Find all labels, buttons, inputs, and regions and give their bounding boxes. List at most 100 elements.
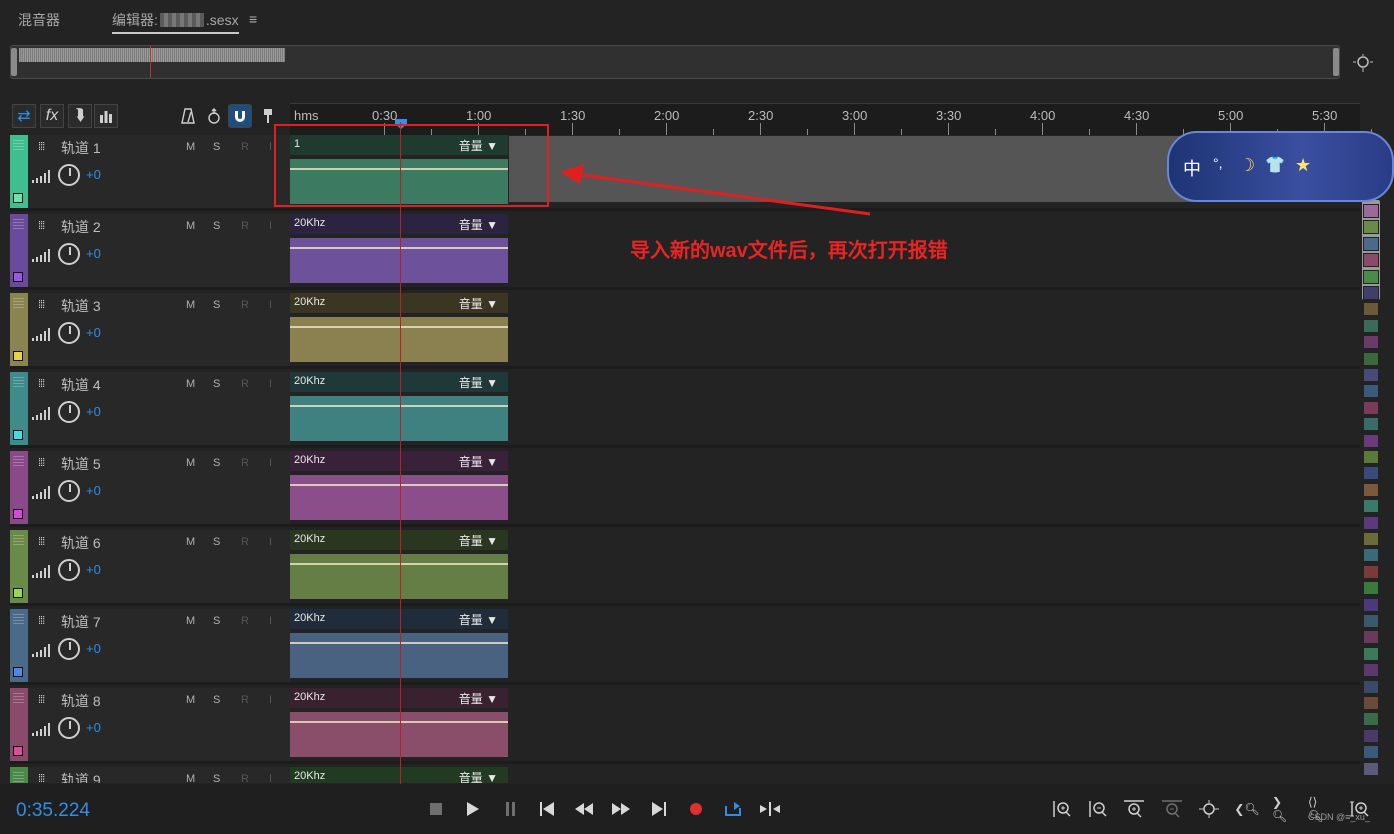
- input-monitor-button[interactable]: I: [269, 378, 272, 390]
- tab-editor[interactable]: 编辑器: .sesx: [112, 10, 239, 34]
- track-name[interactable]: 轨道 8: [61, 691, 101, 711]
- mute-button[interactable]: M: [186, 141, 195, 153]
- clip-volume-menu[interactable]: 音量 ▼: [459, 453, 498, 470]
- audio-clip[interactable]: 20Khz 音量 ▼: [290, 293, 508, 366]
- skip-selection-icon[interactable]: [759, 798, 781, 820]
- track-color-chip[interactable]: [1363, 696, 1379, 710]
- track-color-chip[interactable]: [1363, 302, 1379, 317]
- track-color-chip[interactable]: [1363, 220, 1379, 235]
- solo-button[interactable]: S: [213, 694, 220, 706]
- volume-value[interactable]: +0: [86, 404, 101, 419]
- vertical-scrollbar[interactable]: [1362, 200, 1380, 784]
- track-name[interactable]: 轨道 1: [61, 138, 101, 158]
- track-color-bar[interactable]: [10, 135, 28, 208]
- clip-volume-menu[interactable]: 音量 ▼: [459, 611, 498, 628]
- track-color-swatch[interactable]: [13, 667, 23, 677]
- track-color-chip[interactable]: [1363, 482, 1379, 497]
- go-to-start-icon[interactable]: [536, 798, 558, 820]
- moon-icon[interactable]: ☽: [1239, 155, 1255, 176]
- clip-volume-menu[interactable]: 音量 ▼: [459, 295, 498, 312]
- audio-clip[interactable]: 20Khz 音量 ▼: [290, 372, 508, 445]
- zoom-out-amplitude-icon[interactable]: [1086, 798, 1110, 820]
- track-color-chip[interactable]: [1363, 204, 1379, 218]
- volume-knob[interactable]: [58, 243, 80, 265]
- track-color-bar[interactable]: [10, 530, 28, 603]
- audio-clip[interactable]: 20Khz 音量 ▼: [290, 530, 508, 603]
- track-name[interactable]: 轨道 2: [61, 217, 101, 237]
- loop-icon[interactable]: [722, 798, 744, 820]
- audio-clip[interactable]: 20Khz 音量 ▼: [290, 767, 508, 783]
- solo-button[interactable]: S: [213, 615, 220, 627]
- track-color-swatch[interactable]: [13, 193, 23, 203]
- track-color-chip[interactable]: [1363, 745, 1379, 760]
- volume-envelope[interactable]: [290, 484, 508, 486]
- clip-header[interactable]: 20Khz 音量 ▼: [290, 451, 508, 471]
- solo-button[interactable]: S: [213, 773, 220, 783]
- volume-envelope[interactable]: [290, 721, 508, 723]
- input-monitor-button[interactable]: I: [269, 220, 272, 232]
- volume-value[interactable]: +0: [86, 167, 101, 182]
- record-arm-button[interactable]: R: [241, 773, 249, 783]
- audio-clip[interactable]: 20Khz 音量 ▼: [290, 451, 508, 524]
- solo-button[interactable]: S: [213, 457, 220, 469]
- track-color-chip[interactable]: [1363, 614, 1379, 628]
- input-monitor-button[interactable]: I: [269, 299, 272, 311]
- input-monitor-button[interactable]: I: [269, 536, 272, 548]
- zoom-out-time-icon[interactable]: [1160, 798, 1184, 820]
- volume-envelope[interactable]: [290, 405, 508, 407]
- track-name[interactable]: 轨道 3: [61, 296, 101, 316]
- volume-knob[interactable]: [58, 401, 80, 423]
- record-arm-button[interactable]: R: [241, 615, 249, 627]
- clip-header[interactable]: 20Khz 音量 ▼: [290, 767, 508, 783]
- track-lane[interactable]: 20Khz 音量 ▼: [290, 609, 1360, 682]
- track-color-chip[interactable]: [1363, 368, 1379, 382]
- track-color-chip[interactable]: [1363, 548, 1379, 563]
- pause-icon[interactable]: [500, 798, 522, 820]
- track-color-bar[interactable]: [10, 609, 28, 682]
- track-color-chip[interactable]: [1363, 679, 1379, 694]
- mute-button[interactable]: M: [186, 773, 195, 783]
- send-icon[interactable]: ⮯: [68, 104, 92, 128]
- mute-button[interactable]: M: [186, 220, 195, 232]
- swap-icon[interactable]: ⇄: [12, 104, 36, 128]
- solo-button[interactable]: S: [213, 536, 220, 548]
- track-color-bar[interactable]: [10, 767, 28, 783]
- track-color-chip[interactable]: [1363, 318, 1379, 333]
- track-color-chip[interactable]: [1363, 450, 1379, 464]
- solo-button[interactable]: S: [213, 220, 220, 232]
- volume-envelope[interactable]: [290, 642, 508, 644]
- audio-clip[interactable]: 20Khz 音量 ▼: [290, 214, 508, 287]
- track-color-chip[interactable]: [1363, 417, 1379, 432]
- clip-header[interactable]: 20Khz 音量 ▼: [290, 214, 508, 234]
- track-color-chip[interactable]: [1363, 335, 1379, 350]
- stop-icon[interactable]: [425, 798, 447, 820]
- volume-knob[interactable]: [58, 322, 80, 344]
- track-color-bar[interactable]: [10, 293, 28, 366]
- volume-value[interactable]: +0: [86, 720, 101, 735]
- track-color-chip[interactable]: [1363, 253, 1379, 268]
- track-color-chip[interactable]: [1363, 466, 1379, 481]
- track-color-chip[interactable]: [1363, 351, 1379, 366]
- panel-menu-icon[interactable]: ≡: [249, 11, 257, 27]
- record-arm-button[interactable]: R: [241, 378, 249, 390]
- record-arm-button[interactable]: R: [241, 220, 249, 232]
- audio-clip[interactable]: 20Khz 音量 ▼: [290, 688, 508, 761]
- clip-header[interactable]: 20Khz 音量 ▼: [290, 609, 508, 629]
- track-color-swatch[interactable]: [13, 351, 23, 361]
- track-lane[interactable]: 20Khz 音量 ▼: [290, 530, 1360, 603]
- clip-volume-menu[interactable]: 音量 ▼: [459, 769, 498, 783]
- mute-button[interactable]: M: [186, 615, 195, 627]
- zoom-full-icon[interactable]: [1197, 798, 1221, 820]
- clip-volume-menu[interactable]: 音量 ▼: [459, 374, 498, 391]
- volume-knob[interactable]: [58, 638, 80, 660]
- track-color-swatch[interactable]: [13, 509, 23, 519]
- track-color-swatch[interactable]: [13, 430, 23, 440]
- volume-knob[interactable]: [58, 717, 80, 739]
- track-color-chip[interactable]: [1363, 581, 1379, 596]
- volume-envelope[interactable]: [290, 563, 508, 565]
- mute-button[interactable]: M: [186, 694, 195, 706]
- mute-button[interactable]: M: [186, 536, 195, 548]
- track-color-chip[interactable]: [1363, 286, 1379, 300]
- track-color-chip[interactable]: [1363, 646, 1379, 661]
- mute-button[interactable]: M: [186, 299, 195, 311]
